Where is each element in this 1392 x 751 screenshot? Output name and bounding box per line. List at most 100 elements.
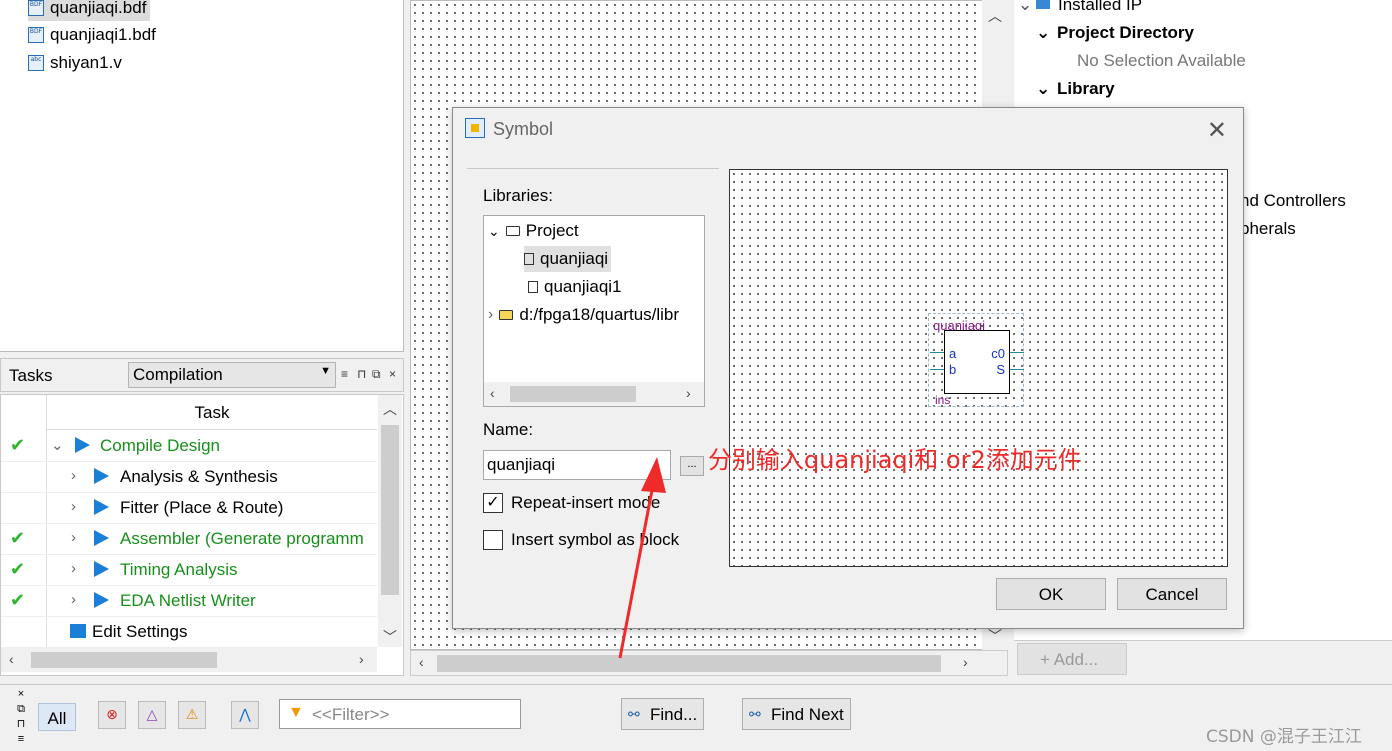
pin-icon[interactable]: ⊓ — [8, 717, 34, 732]
close-icon[interactable]: × — [389, 367, 396, 381]
annotation-arrow — [618, 457, 666, 659]
ip-category-peripherals[interactable]: pherals — [1240, 219, 1296, 239]
bdf-file-icon: BDF — [28, 27, 44, 43]
annotation-text: 分别输入quanjiaqi和 or2添加元件 — [708, 446, 1082, 474]
start-icon[interactable] — [94, 499, 109, 515]
task-row-assembler[interactable]: ✔ › Assembler (Generate programm — [1, 524, 377, 555]
add-ip-button[interactable]: + Add... — [1017, 643, 1127, 675]
task-row-fitter[interactable]: › Fitter (Place & Route) — [1, 493, 377, 524]
scrollbar-thumb[interactable] — [31, 652, 217, 668]
project-files-panel: BDF quanjiaqi.bdf BDF quanjiaqi1.bdf abc… — [0, 0, 404, 352]
warning-filter-icon[interactable]: ⚠ — [178, 701, 206, 729]
menu-icon[interactable]: ≡ — [341, 367, 348, 381]
installed-ip-node[interactable]: Installed IP — [1058, 0, 1142, 15]
menu-icon[interactable]: ≡ — [8, 732, 34, 747]
task-label: Analysis & Synthesis — [120, 467, 278, 486]
tree-node-library[interactable]: › d:/fpga18/quartus/libr — [488, 302, 679, 328]
scroll-up-icon[interactable]: ︿ — [383, 399, 397, 419]
find-next-button[interactable]: ⚯ Find Next — [742, 698, 851, 730]
symbol-preview-block: quanjiaqi a b c0 S ins — [928, 313, 1024, 407]
repeat-insert-checkbox[interactable]: ✓ — [483, 493, 503, 513]
insert-block-checkbox[interactable] — [483, 530, 503, 550]
scroll-down-icon[interactable]: ﹀ — [383, 627, 397, 647]
library-node[interactable]: Library — [1057, 79, 1115, 99]
folder-open-icon — [505, 226, 520, 236]
chevron-right-icon[interactable]: › — [71, 591, 76, 608]
symbol-icon — [528, 281, 538, 293]
critical-warning-filter-icon[interactable]: △ — [138, 701, 166, 729]
task-label: Assembler (Generate programm — [120, 529, 364, 548]
task-row-edit-settings[interactable]: Edit Settings — [1, 617, 377, 648]
scroll-left-icon[interactable]: ‹ — [490, 385, 495, 401]
file-item-quanjiaqi-bdf[interactable]: BDF quanjiaqi.bdf — [28, 0, 151, 21]
file-item-shiyan1-v[interactable]: abc shiyan1.v — [28, 50, 122, 76]
tree-node-project[interactable]: ⌄ Project — [488, 218, 579, 244]
scroll-down-icon[interactable]: ﹀ — [988, 626, 1002, 646]
tasks-horizontal-scrollbar[interactable]: ‹ › — [1, 648, 377, 672]
scroll-up-icon[interactable]: ︿ — [988, 6, 1002, 26]
chevron-down-icon[interactable]: ⌄ — [488, 223, 500, 240]
chevron-right-icon[interactable]: › — [71, 498, 76, 515]
scroll-left-icon[interactable]: ‹ — [419, 654, 424, 670]
project-directory-node[interactable]: Project Directory — [1057, 23, 1194, 43]
scroll-right-icon[interactable]: › — [963, 654, 968, 670]
start-icon[interactable] — [75, 437, 90, 453]
canvas-horizontal-scrollbar[interactable]: ‹ › — [410, 650, 1008, 676]
chevron-down-icon[interactable]: ⌄ — [1036, 79, 1050, 99]
ip-category-controllers[interactable]: nd Controllers — [1240, 191, 1346, 211]
ip-catalog-footer: + Add... — [1014, 640, 1392, 684]
close-icon[interactable]: ✕ — [1207, 116, 1227, 145]
all-messages-button[interactable]: All — [38, 703, 76, 731]
port-b: b — [949, 362, 957, 377]
tree-node-label: d:/fpga18/quartus/libr — [519, 305, 680, 324]
task-label: EDA Netlist Writer — [120, 591, 256, 610]
chevron-down-icon[interactable]: ⌄ — [51, 436, 64, 454]
scrollbar-thumb[interactable] — [437, 655, 941, 672]
dialog-title: Symbol — [493, 119, 554, 139]
start-icon[interactable] — [94, 530, 109, 546]
start-icon[interactable] — [94, 468, 109, 484]
browse-button[interactable]: ... — [680, 456, 704, 476]
divider — [467, 168, 719, 169]
float-icon[interactable]: ⧉ — [372, 367, 381, 382]
task-row-compile-design[interactable]: ✔ ⌄ Compile Design — [1, 431, 377, 462]
scroll-left-icon[interactable]: ‹ — [9, 651, 14, 667]
tree-node-quanjiaqi1[interactable]: quanjiaqi1 — [528, 274, 622, 300]
ok-button[interactable]: OK — [996, 578, 1106, 610]
start-icon[interactable] — [94, 561, 109, 577]
libraries-tree[interactable]: ⌄ Project quanjiaqi quanjiaqi1 › d:/fpga… — [483, 215, 705, 407]
float-icon[interactable]: ⧉ — [8, 702, 34, 717]
symbol-dialog: Symbol ✕ Libraries: ⌄ Project quanjiaqi … — [452, 107, 1244, 629]
tree-node-quanjiaqi[interactable]: quanjiaqi — [524, 246, 612, 272]
close-icon[interactable]: × — [8, 687, 34, 702]
scroll-right-icon[interactable]: › — [686, 385, 691, 401]
tasks-vertical-scrollbar[interactable]: ︿ ﹀ — [378, 395, 402, 647]
cancel-button[interactable]: Cancel — [1117, 578, 1227, 610]
find-button[interactable]: ⚯ Find... — [621, 698, 705, 730]
output-line — [1010, 369, 1024, 370]
chevron-right-icon[interactable]: › — [71, 529, 76, 546]
message-filter-input[interactable]: ▼ <<Filter>> — [279, 699, 521, 729]
tree-horizontal-scrollbar[interactable]: ‹ › — [484, 382, 704, 406]
task-row-timing-analysis[interactable]: ✔ › Timing Analysis — [1, 555, 377, 586]
suppress-filter-icon[interactable]: ⋀ — [231, 701, 259, 729]
file-item-label: shiyan1.v — [50, 53, 122, 72]
error-filter-icon[interactable]: ⊗ — [98, 701, 126, 729]
messages-toolbar: × ⧉ ⊓ ≡ All ⊗ △ ⚠ ⋀ ▼ <<Filter>> ⚯ Find.… — [0, 684, 1392, 751]
find-label: Find... — [650, 705, 698, 724]
chevron-right-icon[interactable]: › — [488, 306, 493, 324]
chevron-right-icon[interactable]: › — [71, 467, 76, 484]
chevron-down-icon[interactable]: ⌄ — [1018, 0, 1032, 15]
file-item-quanjiaqi1-bdf[interactable]: BDF quanjiaqi1.bdf — [28, 22, 156, 48]
dropdown-arrow-icon: ▼ — [320, 365, 331, 377]
pin-icon[interactable]: ⊓ — [357, 367, 366, 381]
scroll-right-icon[interactable]: › — [359, 651, 364, 667]
start-icon[interactable] — [94, 592, 109, 608]
chevron-down-icon[interactable]: ⌄ — [1036, 23, 1050, 43]
flow-select[interactable]: Compilation ▼ — [128, 362, 336, 388]
chevron-right-icon[interactable]: › — [71, 560, 76, 577]
scrollbar-thumb[interactable] — [381, 425, 399, 595]
task-row-eda-netlist-writer[interactable]: ✔ › EDA Netlist Writer — [1, 586, 377, 617]
scrollbar-thumb[interactable] — [510, 386, 636, 402]
task-row-analysis-synthesis[interactable]: › Analysis & Synthesis — [1, 462, 377, 493]
